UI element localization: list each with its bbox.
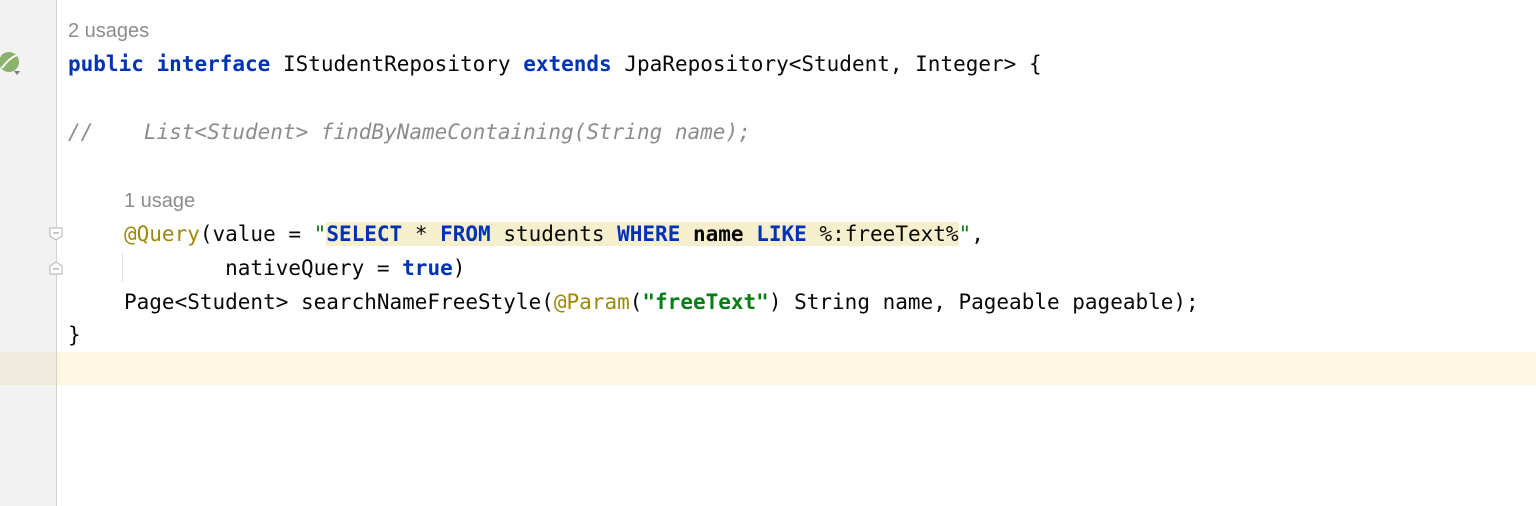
code-text: (value = bbox=[199, 222, 314, 246]
indent-guide bbox=[122, 252, 123, 282]
code-text: , bbox=[971, 222, 984, 246]
code-line[interactable]: } bbox=[68, 318, 81, 352]
string-quote: " bbox=[958, 222, 972, 246]
sql-keyword: FROM bbox=[440, 222, 491, 246]
code-line[interactable]: Page<Student> searchNameFreeStyle(@Param… bbox=[124, 285, 1199, 319]
code-line[interactable]: nativeQuery = true) bbox=[124, 251, 465, 285]
code-text: Page<Student> searchNameFreeStyle( bbox=[124, 290, 554, 314]
code-text: ( bbox=[629, 290, 643, 314]
string-quote: " bbox=[313, 222, 327, 246]
interface-name: IStudentRepository bbox=[282, 52, 511, 76]
string-literal: "freeText" bbox=[642, 290, 769, 314]
sql-injection: SELECT * FROM students WHERE name LIKE %… bbox=[326, 222, 959, 246]
code-comment[interactable]: // List<Student> findByNameContaining(St… bbox=[68, 115, 751, 149]
sql-column: name bbox=[693, 222, 744, 246]
spring-bean-icon[interactable] bbox=[0, 50, 24, 78]
annotation: @Query bbox=[124, 222, 200, 246]
code-text: nativeQuery = bbox=[124, 256, 403, 280]
current-line-highlight bbox=[0, 352, 1536, 385]
code-text: ) String name, Pageable pageable); bbox=[768, 290, 1199, 314]
sql-keyword: LIKE bbox=[756, 222, 807, 246]
code-text: ) bbox=[452, 256, 466, 280]
fold-close-icon[interactable] bbox=[49, 261, 63, 275]
keyword: extends bbox=[523, 52, 612, 76]
keyword: true bbox=[402, 256, 453, 280]
fold-open-icon[interactable] bbox=[49, 227, 63, 241]
sql-text: students bbox=[490, 222, 618, 246]
keyword: interface bbox=[156, 52, 271, 76]
sql-text: %:freeText% bbox=[806, 222, 959, 246]
code-line[interactable]: @Query(value = "SELECT * FROM students W… bbox=[124, 217, 984, 251]
type-ref: JpaRepository<Student, Integer> { bbox=[624, 52, 1042, 76]
usages-hint[interactable]: 2 usages bbox=[68, 16, 149, 46]
sql-keyword: SELECT bbox=[326, 222, 403, 246]
code-line[interactable]: public interface IStudentRepository exte… bbox=[68, 47, 1042, 81]
keyword: public bbox=[68, 52, 144, 76]
sql-keyword: WHERE bbox=[617, 222, 681, 246]
usages-hint[interactable]: 1 usage bbox=[124, 186, 195, 216]
sql-text: * bbox=[402, 222, 441, 246]
annotation: @Param bbox=[553, 290, 630, 314]
